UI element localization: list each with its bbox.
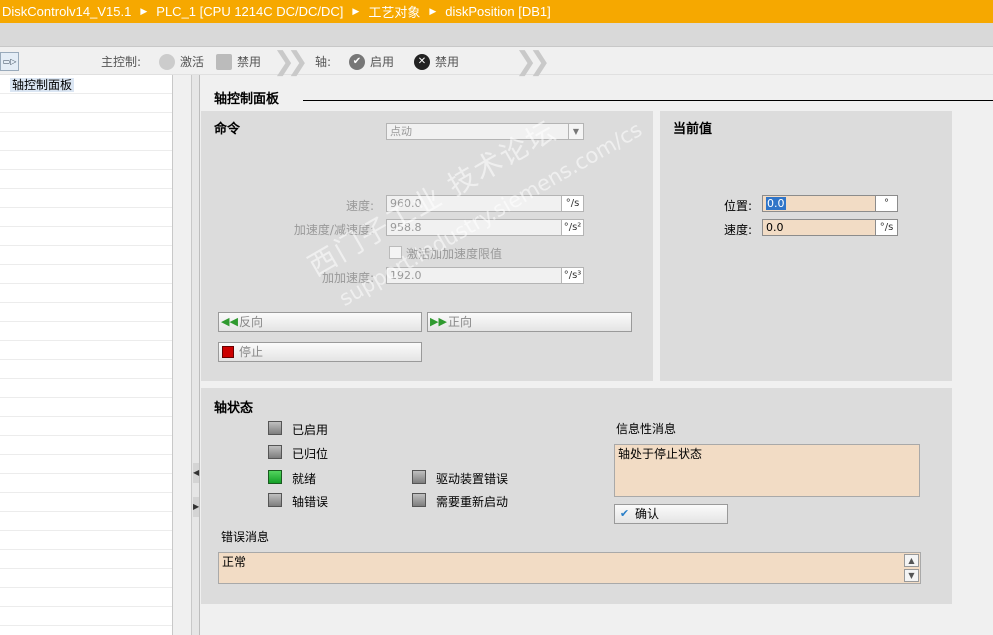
heading-divider [303,100,993,101]
forward-label: 正向 [448,315,473,329]
current-velocity-unit: °/s [875,220,897,235]
position-value: 0.0 [766,197,786,210]
acknowledge-check-icon: ✔ [619,507,630,520]
drive-error-label: 驱动装置错误 [436,472,509,486]
toolbar: ▭▷ 主控制: 激活 禁用 ❯❯ 轴: ✔ 启用 ✕ 禁用 ❯❯ [0,46,993,77]
scroll-down-icon[interactable]: ▼ [904,569,919,582]
chevron-down-icon[interactable]: ▼ [568,124,583,139]
acceleration-field[interactable]: 958.8 °/s² [386,219,584,236]
velocity-unit: °/s [561,196,583,211]
restart-required-label: 需要重新启动 [436,495,509,509]
forward-button[interactable]: ▶▶ 正向 [427,312,632,332]
disable-master-icon [216,53,232,70]
breadcrumb-project[interactable]: DiskControlv14_V15.1 [2,4,131,19]
breadcrumb-plc[interactable]: PLC_1 [CPU 1214C DC/DC/DC] [156,4,343,19]
mode-select[interactable]: 点动 ▼ [386,123,584,140]
enable-axis-label: 启用 [370,55,395,69]
command-title: 命令 [214,122,241,137]
page-title: 轴控制面板 [214,92,280,107]
acceleration-unit: °/s² [561,220,583,235]
enable-axis-button[interactable]: ✔ 启用 [349,48,394,75]
double-left-arrow-icon: ◀◀ [221,315,238,328]
restart-required-led-icon [412,493,426,507]
scroll-up-icon[interactable]: ▲ [904,554,919,567]
breadcrumb-db[interactable]: diskPosition [DB1] [445,4,551,19]
acceleration-label: 加速度/减速度: [293,223,374,237]
splitter[interactable] [173,75,192,635]
drive-error-led-icon [412,470,426,484]
activate-label: 激活 [180,55,205,69]
current-values-section [660,111,952,381]
current-velocity-value: 0.0 [766,221,784,234]
info-message-label: 信息性消息 [616,422,677,436]
master-control-label: 主控制: [101,55,142,69]
error-message-box[interactable]: 正常 [218,552,921,584]
disable-axis-button[interactable]: ✕ 禁用 [414,48,459,75]
axis-error-label: 轴错误 [292,495,329,509]
axis-status-title: 轴状态 [214,401,254,416]
breadcrumb-separator-icon: ▶ [352,6,360,16]
backward-label: 反向 [239,315,264,329]
enabled-label: 已启用 [292,423,329,437]
acknowledge-label: 确认 [635,507,660,521]
homed-label: 已归位 [292,447,329,461]
splitter-handle[interactable]: ◀ ▶ [192,75,200,635]
tree-toggle-icon: ▭▷ [0,52,19,71]
jerk-limit-checkbox[interactable] [389,246,402,259]
navigation-tree: 轴控制面板 [0,75,173,635]
tree-toggle-button[interactable]: ▭▷ [0,48,19,75]
ready-label: 就绪 [292,472,317,486]
separator-chevron-icon: ❯❯ [273,46,308,77]
current-values-title: 当前值 [673,122,713,137]
info-message-text: 轴处于停止状态 [618,447,703,461]
jerk-label: 加加速度: [321,271,374,285]
x-circle-icon: ✕ [414,53,430,70]
jerk-limit-label: 激活加加速度限值 [406,247,503,261]
breadcrumb-separator-icon: ▶ [429,6,437,16]
axis-error-led-icon [268,493,282,507]
info-message-box[interactable]: 轴处于停止状态 [614,444,920,497]
disable-master-button[interactable]: 禁用 [216,48,261,75]
axis-label: 轴: [315,55,332,69]
error-message-text: 正常 [222,555,247,569]
velocity-label: 速度: [345,199,374,213]
acceleration-value: 958.8 [390,221,422,234]
jerk-field[interactable]: 192.0 °/s³ [386,267,584,284]
acknowledge-button[interactable]: ✔ 确认 [614,504,728,524]
breadcrumb: DiskControlv14_V15.1 ▶ PLC_1 [CPU 1214C … [0,0,993,23]
double-right-arrow-icon: ▶▶ [430,315,447,328]
ready-led-icon [268,470,282,484]
position-label: 位置: [723,199,752,213]
backward-button[interactable]: ◀◀ 反向 [218,312,422,332]
position-field[interactable]: 0.0 ° [762,195,898,212]
disable-axis-label: 禁用 [435,55,460,69]
expand-right-icon[interactable]: ▶ [193,497,199,517]
activate-master-button[interactable]: 激活 [159,48,204,75]
activate-icon [159,53,175,70]
jerk-value: 192.0 [390,269,422,282]
jerk-unit: °/s³ [561,268,583,283]
enabled-led-icon [268,421,282,435]
editor-tab-strip [0,23,993,47]
current-velocity-label: 速度: [723,223,752,237]
velocity-value: 960.0 [390,197,422,210]
disable-master-label: 禁用 [237,55,262,69]
homed-led-icon [268,445,282,459]
current-velocity-field[interactable]: 0.0 °/s [762,219,898,236]
separator-chevron-icon: ❯❯ [515,46,550,77]
breadcrumb-technology-objects[interactable]: 工艺对象 [368,2,420,21]
tree-item-axis-control-panel[interactable]: 轴控制面板 [10,78,75,92]
check-circle-icon: ✔ [349,53,365,70]
stop-square-icon [222,346,234,358]
breadcrumb-separator-icon: ▶ [140,6,148,16]
position-unit: ° [875,196,897,211]
stop-label: 停止 [239,345,264,359]
error-message-label: 错误消息 [221,530,270,544]
stop-button[interactable]: 停止 [218,342,422,362]
mode-select-value: 点动 [390,125,412,138]
velocity-field[interactable]: 960.0 °/s [386,195,584,212]
collapse-left-icon[interactable]: ◀ [193,463,199,483]
